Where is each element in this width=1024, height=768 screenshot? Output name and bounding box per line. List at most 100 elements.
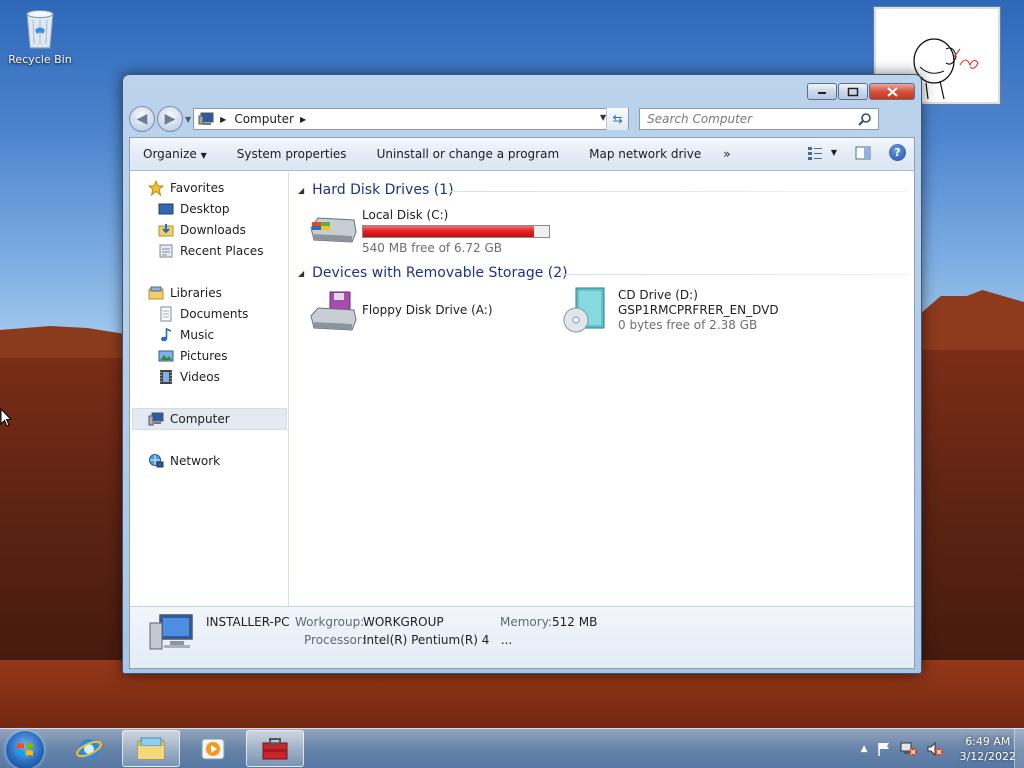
folder-icon — [137, 737, 165, 759]
memory-label: Memory: — [500, 615, 552, 629]
start-button[interactable] — [6, 731, 44, 768]
group-header-hard-disk[interactable]: ◢ Hard Disk Drives (1) — [298, 182, 454, 198]
nav-libraries[interactable]: Libraries — [148, 283, 222, 303]
drive-free-space: 540 MB free of 6.72 GB — [362, 241, 503, 255]
details-pane: INSTALLER-PC Workgroup: WORKGROUP Memory… — [130, 606, 914, 668]
computer-icon — [198, 112, 214, 125]
collapse-triangle-icon[interactable]: ◢ — [298, 269, 304, 278]
collapse-triangle-icon[interactable]: ◢ — [298, 186, 304, 195]
cd-free-space: 0 bytes free of 2.38 GB — [618, 318, 758, 332]
recent-pages-dropdown-icon[interactable]: ▼ — [185, 115, 191, 124]
search-input[interactable]: Search Computer — [639, 108, 880, 130]
network-disconnected-icon[interactable] — [900, 741, 918, 757]
recent-places-icon — [159, 244, 173, 258]
nav-downloads-label: Downloads — [180, 223, 246, 237]
address-bar[interactable]: ▶ Computer ▶ ▼ ⇆ — [193, 108, 630, 130]
back-button[interactable]: ◀ — [129, 106, 155, 132]
desktop-folder-icon — [158, 203, 174, 215]
memory-value: 512 MB — [552, 615, 598, 629]
help-icon[interactable]: ? — [889, 144, 906, 161]
group-header-removable[interactable]: ◢ Devices with Removable Storage (2) — [298, 265, 568, 281]
cd-drive-info: CD Drive (D:) GSP1RMCPRFRER_EN_DVD 0 byt… — [618, 288, 779, 336]
explorer-frame: Organize ▼ System properties Uninstall o… — [129, 137, 915, 669]
title-bar[interactable] — [123, 75, 921, 103]
breadcrumb-separator-icon[interactable]: ▶ — [220, 115, 226, 124]
toolbox-icon — [262, 737, 288, 759]
taskbar-internet-explorer[interactable] — [60, 730, 118, 767]
nav-videos[interactable]: Videos — [158, 367, 220, 387]
floppy-drive-name: Floppy Disk Drive (A:) — [362, 303, 493, 317]
clock-time: 6:49 AM — [965, 735, 1011, 748]
forward-button[interactable]: ▶ — [157, 106, 183, 132]
system-clock[interactable]: 6:49 AM 3/12/2022 — [960, 734, 1016, 764]
nav-computer-label: Computer — [170, 412, 230, 426]
workgroup-label: Workgroup: — [295, 615, 365, 629]
system-properties-button[interactable]: System properties — [237, 147, 347, 161]
floppy-drive-icon — [310, 291, 357, 331]
computer-monitor-icon — [149, 614, 193, 650]
recycle-bin-desktop-icon[interactable]: Recycle Bin — [4, 8, 76, 66]
cd-drive-icon — [563, 287, 605, 333]
more-commands-button[interactable]: » — [723, 147, 730, 161]
star-icon — [148, 180, 164, 196]
nav-documents[interactable]: Documents — [158, 304, 248, 324]
internet-explorer-icon — [76, 738, 102, 759]
volume-muted-icon[interactable] — [926, 741, 944, 757]
breadcrumb-arrow-icon[interactable]: ▶ — [300, 115, 306, 124]
processor-value: Intel(R) Pentium(R) 4 ... — [363, 633, 513, 647]
documents-icon — [160, 306, 172, 322]
nav-videos-label: Videos — [180, 370, 220, 384]
change-view-button[interactable]: ▼ — [807, 146, 837, 160]
nav-downloads[interactable]: Downloads — [158, 220, 246, 240]
show-hidden-icons-icon[interactable]: ▲ — [861, 744, 868, 754]
nav-documents-label: Documents — [180, 307, 249, 321]
preview-pane-icon[interactable] — [855, 146, 871, 160]
breadcrumb-computer[interactable]: Computer — [234, 112, 294, 126]
nav-favorites[interactable]: Favorites — [148, 178, 224, 198]
hard-drive-icon — [310, 217, 357, 243]
minimize-icon — [818, 91, 826, 94]
restore-button[interactable] — [838, 83, 868, 100]
minimize-button[interactable] — [807, 83, 837, 100]
search-icon[interactable] — [858, 112, 872, 126]
nav-network[interactable]: Network — [148, 451, 220, 471]
back-arrow-icon: ◀ — [136, 111, 148, 127]
nav-pictures[interactable]: Pictures — [158, 346, 228, 366]
nav-recent-places[interactable]: Recent Places — [158, 241, 263, 261]
address-row: ◀ ▶ ▼ ▶ Computer ▶ ▼ ⇆ Search Computer — [129, 105, 915, 133]
wallpaper-mesa-right — [920, 290, 1024, 350]
taskbar-windows-explorer[interactable] — [122, 730, 180, 767]
computer-icon — [148, 412, 164, 426]
libraries-icon — [148, 286, 164, 300]
search-placeholder: Search Computer — [647, 112, 753, 126]
local-disk-c[interactable]: Local Disk (C:) 540 MB free of 6.72 GB — [308, 208, 550, 256]
map-network-drive-button[interactable]: Map network drive — [589, 147, 701, 161]
organize-dropdown-icon: ▼ — [200, 151, 207, 160]
computer-name: INSTALLER-PC — [206, 615, 290, 629]
cd-drive-d[interactable]: CD Drive (D:) GSP1RMCPRFRER_EN_DVD 0 byt… — [562, 286, 779, 336]
nav-computer[interactable]: Computer — [148, 409, 230, 429]
music-note-icon — [161, 327, 172, 342]
organize-button[interactable]: Organize ▼ — [143, 147, 207, 161]
nav-music-label: Music — [180, 328, 215, 342]
nav-libraries-label: Libraries — [170, 286, 222, 300]
nav-favorites-label: Favorites — [170, 181, 225, 195]
nav-music[interactable]: Music — [158, 325, 214, 345]
nav-desktop[interactable]: Desktop — [158, 199, 230, 219]
explorer-window: ◀ ▶ ▼ ▶ Computer ▶ ▼ ⇆ Search Computer O… — [122, 74, 922, 674]
taskbar-media-player[interactable] — [184, 730, 242, 767]
refresh-button[interactable]: ⇆ — [606, 108, 629, 130]
organize-label: Organize — [143, 147, 197, 161]
floppy-drive-a[interactable]: Floppy Disk Drive (A:) — [308, 290, 493, 332]
content-pane: ◢ Hard Disk Drives (1) Local Disk (C:) 5… — [290, 172, 914, 606]
windows-logo-icon — [17, 743, 33, 756]
uninstall-program-button[interactable]: Uninstall or change a program — [377, 147, 560, 161]
close-button[interactable] — [869, 83, 915, 100]
taskbar-control-panel-tool[interactable] — [246, 730, 304, 767]
command-bar: Organize ▼ System properties Uninstall o… — [130, 138, 914, 171]
view-options-icon — [807, 146, 822, 160]
nav-recent-label: Recent Places — [180, 244, 264, 258]
action-center-flag-icon[interactable] — [876, 741, 892, 757]
show-desktop-button[interactable] — [1014, 729, 1024, 768]
restore-icon — [847, 87, 859, 96]
